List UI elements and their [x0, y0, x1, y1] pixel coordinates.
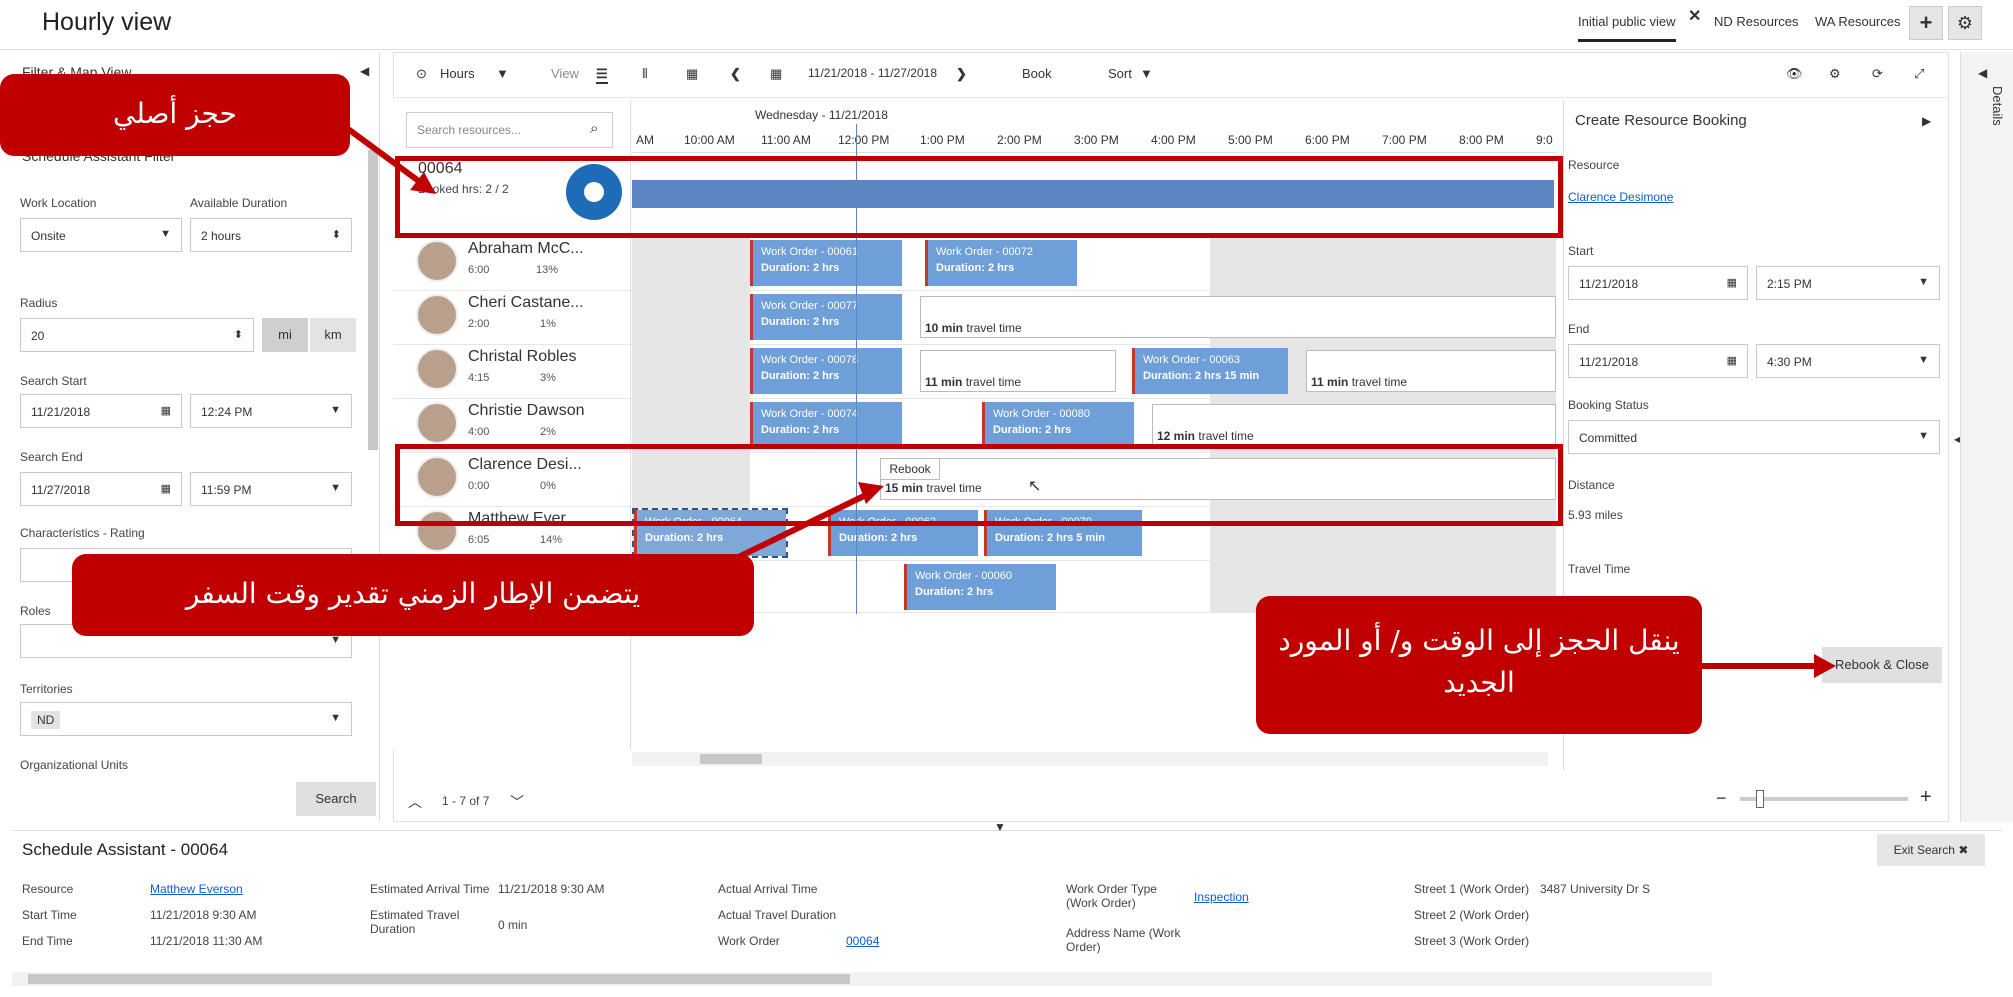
arrow-line — [342, 123, 422, 185]
arrow-head — [858, 482, 884, 504]
arrow-head — [1814, 654, 1836, 678]
callout-moves-booking: ينقل الحجز إلى الوقت و/ أو المورد الجديد — [1256, 596, 1702, 734]
callout-travel-estimate: يتضمن الإطار الزمني تقدير وقت السفر — [72, 554, 754, 636]
callout-original-booking: حجز أصلي — [0, 74, 350, 156]
